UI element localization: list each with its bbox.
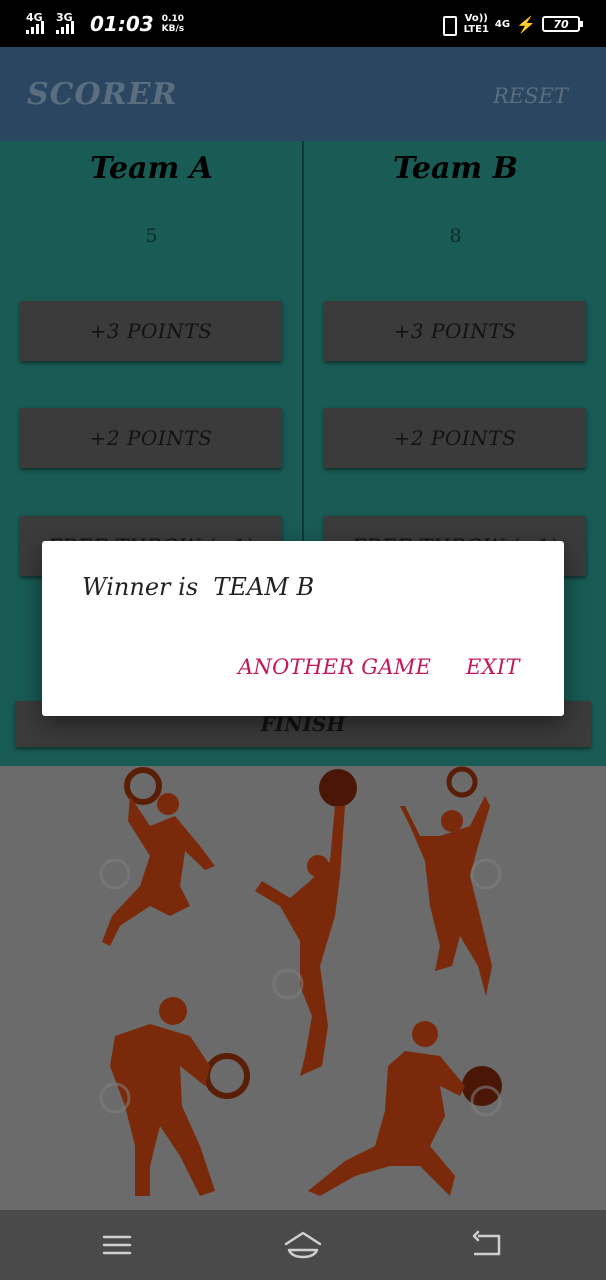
- lte-label: LTE1: [463, 24, 489, 35]
- team-b-plus2-button[interactable]: +2 POINTS: [324, 408, 586, 468]
- battery-level: 70: [553, 17, 569, 31]
- player-silhouette-1: [102, 767, 215, 946]
- another-game-button[interactable]: ANOTHER GAME: [238, 655, 431, 679]
- sim2-signal-icon: 3G: [56, 11, 82, 36]
- volte-indicator: Vo)) LTE1: [464, 13, 489, 35]
- back-icon[interactable]: [467, 1228, 507, 1262]
- player-silhouette-4: [110, 997, 250, 1196]
- exit-button[interactable]: EXIT: [466, 655, 520, 679]
- reset-button[interactable]: RESET: [493, 84, 568, 108]
- team-a-plus2-button[interactable]: +2 POINTS: [20, 408, 282, 468]
- sim1-signal-icon: 4G: [26, 11, 52, 36]
- status-left: 4G 3G 01:03 0.10 KB/s: [26, 10, 184, 38]
- team-a-score: 5: [145, 225, 158, 247]
- status-bar: 4G 3G 01:03 0.10 KB/s Vo)) LTE1 4G ⚡ 70: [0, 0, 606, 47]
- basketball-artwork: [0, 766, 606, 1210]
- menu-icon[interactable]: [98, 1228, 138, 1262]
- basketball-players-illustration: [99, 766, 502, 1196]
- speed-value: 0.10: [161, 14, 185, 24]
- clock: 01:03: [90, 12, 154, 36]
- team-b-plus3-button[interactable]: +3 POINTS: [324, 301, 586, 361]
- speed-unit: KB/s: [161, 24, 185, 34]
- player-silhouette-2: [255, 769, 357, 1076]
- team-b-score: 8: [449, 225, 462, 247]
- vibrate-icon: [438, 14, 458, 36]
- app-title: SCORER: [27, 77, 178, 112]
- navigation-bar: [0, 1210, 606, 1280]
- app-bar: SCORER RESET: [0, 47, 606, 141]
- status-right: Vo)) LTE1 4G ⚡ 70: [438, 10, 583, 38]
- home-icon[interactable]: [283, 1228, 323, 1262]
- charging-icon: ⚡: [516, 14, 536, 34]
- team-a-plus3-button[interactable]: +3 POINTS: [20, 301, 282, 361]
- winner-dialog: Winner is TEAM B ANOTHER GAME EXIT: [42, 541, 564, 716]
- player-silhouette-3: [400, 766, 492, 996]
- network-4g-label: 4G: [494, 18, 511, 30]
- battery-icon: 70: [542, 16, 583, 32]
- network-speed: 0.10 KB/s: [162, 14, 184, 34]
- team-a-name: Team A: [90, 151, 213, 186]
- team-b-name: Team B: [393, 151, 518, 186]
- winner-message: Winner is TEAM B: [82, 573, 315, 601]
- volte-label: Vo)): [464, 13, 488, 24]
